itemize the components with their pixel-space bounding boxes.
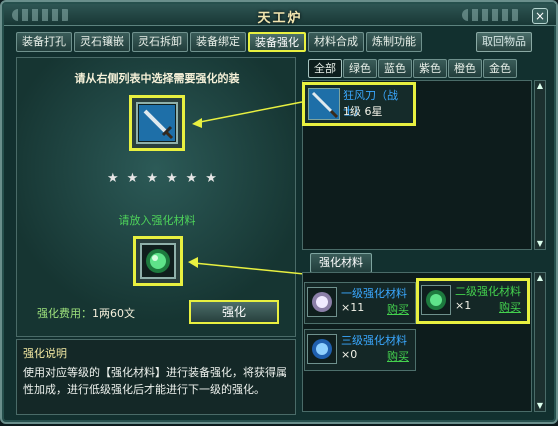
green-crystal-icon [426, 290, 446, 310]
buy-link[interactable]: 购买 [387, 348, 409, 364]
tab-orange[interactable]: 橙色 [448, 59, 482, 78]
guide-arrow-equipment [199, 101, 303, 123]
quality-tabs: 全部 绿色 蓝色 紫色 橙色 金色 [308, 59, 517, 78]
arrowhead-icon [188, 257, 198, 268]
material-item[interactable]: 三级强化材料 ×0 购买 [304, 329, 416, 371]
tab-all[interactable]: 全部 [308, 59, 342, 78]
tab-purple[interactable]: 紫色 [413, 59, 447, 78]
tab-materials[interactable]: 强化材料 [310, 253, 372, 273]
material-scrollbar[interactable]: ▲ ▼ [534, 272, 546, 412]
tab-blue[interactable]: 蓝色 [378, 59, 412, 78]
item-level: 1级 6星 [343, 105, 383, 118]
material-name: 二级强化材料 [455, 285, 521, 298]
material-name: 一级强化材料 [341, 287, 407, 300]
buy-link[interactable]: 购买 [499, 299, 521, 315]
blade-icon [309, 89, 339, 119]
material-item-selected[interactable]: 二级强化材料 ×1 购买 [416, 278, 530, 324]
material-count: ×11 [341, 301, 365, 314]
equipment-item[interactable]: 狂风刀（战士） 1级 6星 [302, 82, 416, 126]
scroll-up-icon[interactable]: ▲ [536, 82, 544, 90]
material-icon-frame [421, 285, 451, 315]
blue-crystal-icon [312, 339, 332, 359]
white-crystal-icon [312, 292, 332, 312]
material-count: ×1 [455, 299, 472, 312]
inventory-panel: 全部 绿色 蓝色 紫色 橙色 金色 ▲ ▼ 狂风刀（战士） 1级 6星 强化材料 [302, 57, 546, 417]
scroll-down-icon[interactable]: ▼ [536, 402, 544, 410]
equipment-scrollbar[interactable]: ▲ ▼ [534, 80, 546, 250]
scroll-up-icon[interactable]: ▲ [536, 274, 544, 282]
tab-gold[interactable]: 金色 [483, 59, 517, 78]
buy-link[interactable]: 购买 [387, 301, 409, 317]
forge-window: 天工炉 × 装备打孔 灵石镶嵌 灵石拆卸 装备绑定 装备强化 材料合成 炼制功能… [0, 0, 558, 424]
item-icon-frame [308, 88, 340, 120]
material-count: ×0 [341, 348, 358, 361]
material-item[interactable]: 一级强化材料 ×11 购买 [304, 282, 416, 324]
material-icon-frame [307, 334, 337, 364]
material-icon-frame [307, 287, 337, 317]
scroll-down-icon[interactable]: ▼ [536, 240, 544, 248]
material-name: 三级强化材料 [341, 334, 407, 347]
tab-green[interactable]: 绿色 [343, 59, 377, 78]
arrowhead-icon [192, 118, 202, 128]
